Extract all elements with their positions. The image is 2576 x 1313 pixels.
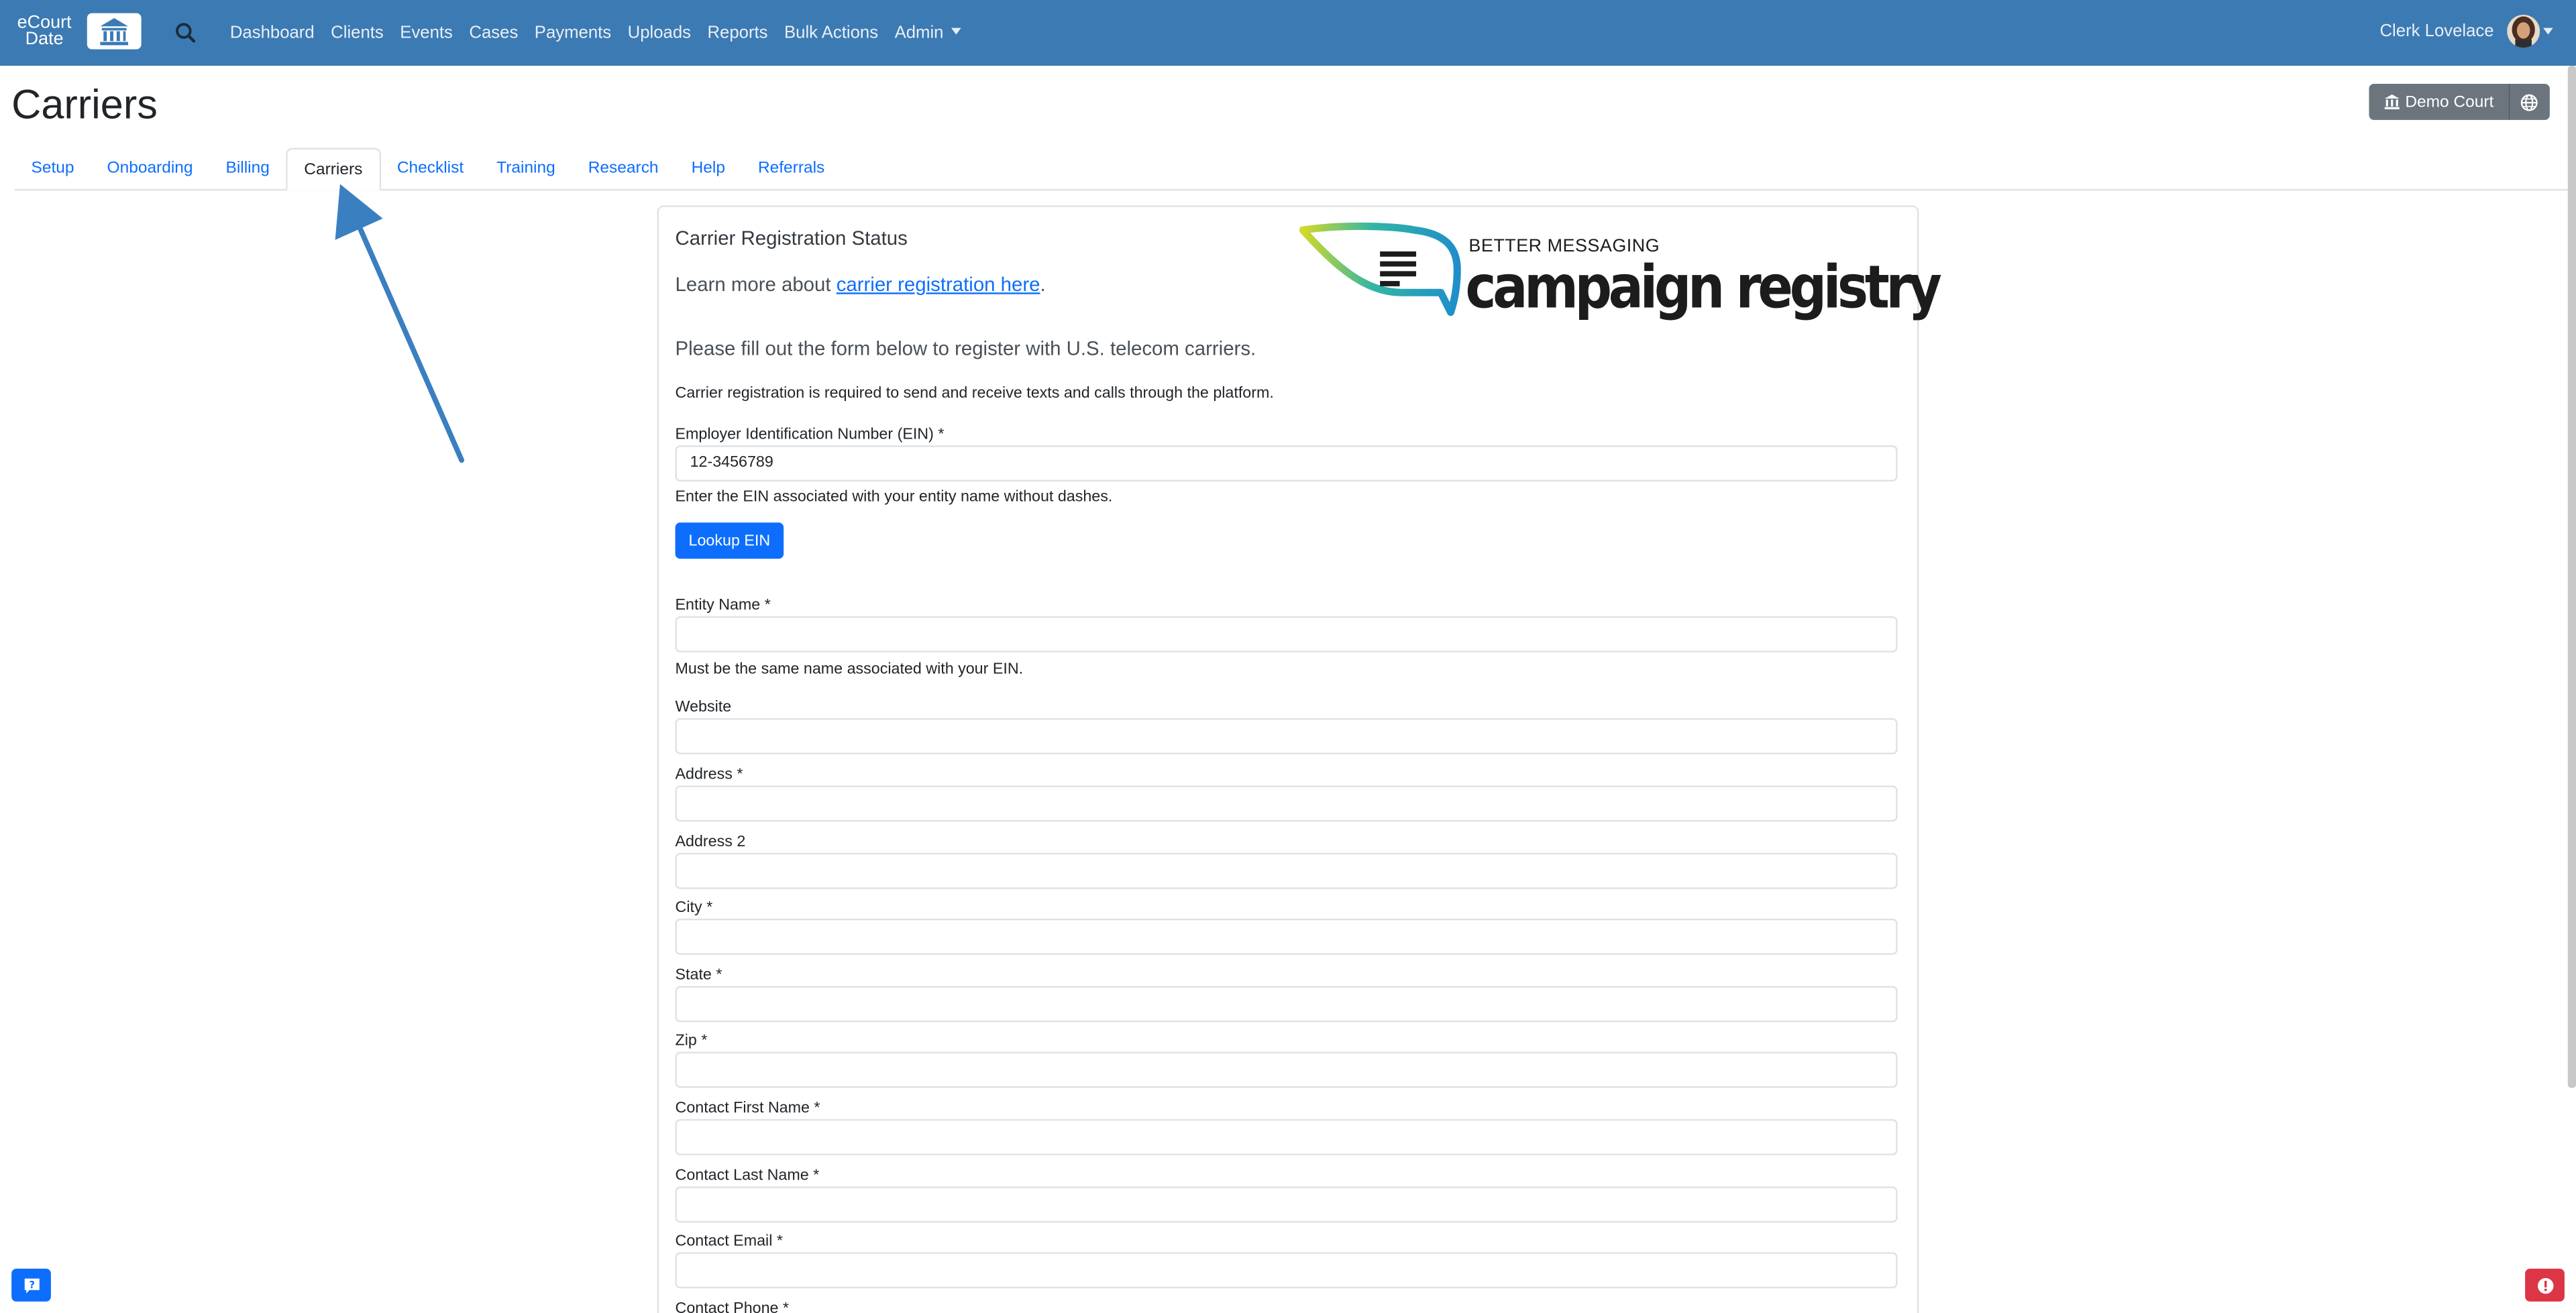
tab-help[interactable]: Help [675, 148, 741, 189]
nav-uploads[interactable]: Uploads [628, 23, 691, 42]
contact-first-name-label: Contact First Name * [675, 1099, 820, 1118]
lookup-ein-button[interactable]: Lookup EIN [675, 522, 784, 559]
svg-text:?: ? [28, 1279, 34, 1290]
search-icon[interactable] [174, 21, 197, 44]
entity-name-input[interactable] [675, 616, 1898, 652]
chevron-down-icon [2543, 27, 2553, 35]
court-button-group: Demo Court [2369, 83, 2550, 120]
brand-line1: eCourt [17, 13, 72, 34]
brand-line2: Date [25, 30, 64, 50]
bank-icon [2384, 94, 2400, 109]
settings-tabs: Setup Onboarding Billing Carriers Checkl… [15, 148, 2575, 191]
globe-icon [2521, 93, 2538, 111]
courthouse-icon [87, 13, 142, 50]
nav-cases[interactable]: Cases [469, 23, 518, 42]
contact-first-name-input[interactable] [675, 1119, 1898, 1155]
learn-suffix: . [1040, 272, 1046, 296]
required-notice: Carrier registration is required to send… [675, 384, 1274, 403]
website-input[interactable] [675, 718, 1898, 754]
tab-training[interactable]: Training [480, 148, 572, 189]
brand-logo[interactable]: eCourt Date [13, 13, 142, 53]
page-scrollbar[interactable] [2567, 66, 2576, 1088]
nav-payments[interactable]: Payments [535, 23, 611, 42]
user-name: Clerk Lovelace [2379, 21, 2494, 42]
tab-carriers[interactable]: Carriers [286, 148, 381, 191]
contact-email-input[interactable] [675, 1252, 1898, 1289]
tab-onboarding[interactable]: Onboarding [91, 148, 209, 189]
logo-wordmark: campaign registry [1465, 254, 1942, 323]
zip-input[interactable] [675, 1051, 1898, 1088]
help-chat-button[interactable]: ? [11, 1268, 51, 1302]
brand-text: eCourt Date [13, 13, 76, 50]
contact-last-name-input[interactable] [675, 1186, 1898, 1223]
contact-last-name-label: Contact Last Name * [675, 1166, 820, 1185]
contact-email-label: Contact Email * [675, 1232, 783, 1251]
state-label: State * [675, 966, 722, 984]
entity-name-hint: Must be the same name associated with yo… [675, 661, 1024, 679]
nav-reports[interactable]: Reports [707, 23, 767, 42]
address-label: Address * [675, 765, 743, 784]
address-input[interactable] [675, 785, 1898, 822]
ein-label: Employer Identification Number (EIN) * [675, 425, 945, 444]
nav-dashboard[interactable]: Dashboard [230, 23, 315, 42]
alert-button[interactable] [2525, 1268, 2565, 1302]
status-title: Carrier Registration Status [675, 227, 908, 250]
state-input[interactable] [675, 986, 1898, 1023]
learn-more-text: Learn more about carrier registration he… [676, 273, 1046, 296]
top-navbar: eCourt Date Dashboard Clients Events Cas… [0, 0, 2576, 66]
nav-links: Dashboard Clients Events Cases Payments … [230, 0, 978, 66]
page-title: Carriers [11, 82, 158, 129]
city-label: City * [675, 899, 713, 917]
carrier-registration-link[interactable]: carrier registration here [837, 273, 1040, 296]
nav-bulk-actions[interactable]: Bulk Actions [784, 23, 878, 42]
exclamation-icon [2536, 1277, 2553, 1294]
globe-button[interactable] [2510, 83, 2550, 120]
question-icon: ? [23, 1277, 39, 1293]
address2-input[interactable] [675, 852, 1898, 889]
address2-label: Address 2 [675, 833, 746, 852]
tab-referrals[interactable]: Referrals [741, 148, 841, 189]
chevron-down-icon [951, 27, 962, 35]
entity-name-label: Entity Name * [675, 596, 771, 615]
website-label: Website [675, 698, 732, 717]
city-input[interactable] [675, 918, 1898, 955]
ein-hint: Enter the EIN associated with your entit… [675, 488, 1113, 506]
learn-prefix: Learn more about [675, 272, 837, 296]
zip-label: Zip * [675, 1031, 708, 1050]
user-menu[interactable]: Clerk Lovelace [2379, 15, 2553, 48]
ein-input[interactable]: 12-3456789 [675, 445, 1898, 482]
app-window: eCourt Date Dashboard Clients Events Cas… [0, 0, 2576, 1313]
nav-events[interactable]: Events [400, 23, 453, 42]
nav-admin-label: Admin [894, 23, 944, 43]
campaign-registry-logo: BETTER MESSAGING campaign registry [1299, 217, 1942, 335]
tab-billing[interactable]: Billing [209, 148, 286, 189]
contact-phone-label: Contact Phone * [675, 1300, 789, 1313]
court-button[interactable]: Demo Court [2369, 83, 2510, 120]
nav-clients[interactable]: Clients [331, 23, 384, 42]
tab-checklist[interactable]: Checklist [380, 148, 480, 189]
carrier-registration-card: Carrier Registration Status Learn more a… [657, 205, 1942, 1313]
court-button-label: Demo Court [2405, 93, 2494, 111]
logo-tagline: BETTER MESSAGING [1468, 236, 1660, 257]
instructions-text: Please fill out the form below to regist… [675, 337, 1256, 360]
tab-setup[interactable]: Setup [15, 148, 91, 189]
avatar [2507, 15, 2540, 48]
nav-admin-dropdown[interactable]: Admin [894, 23, 962, 43]
tab-research[interactable]: Research [572, 148, 675, 189]
